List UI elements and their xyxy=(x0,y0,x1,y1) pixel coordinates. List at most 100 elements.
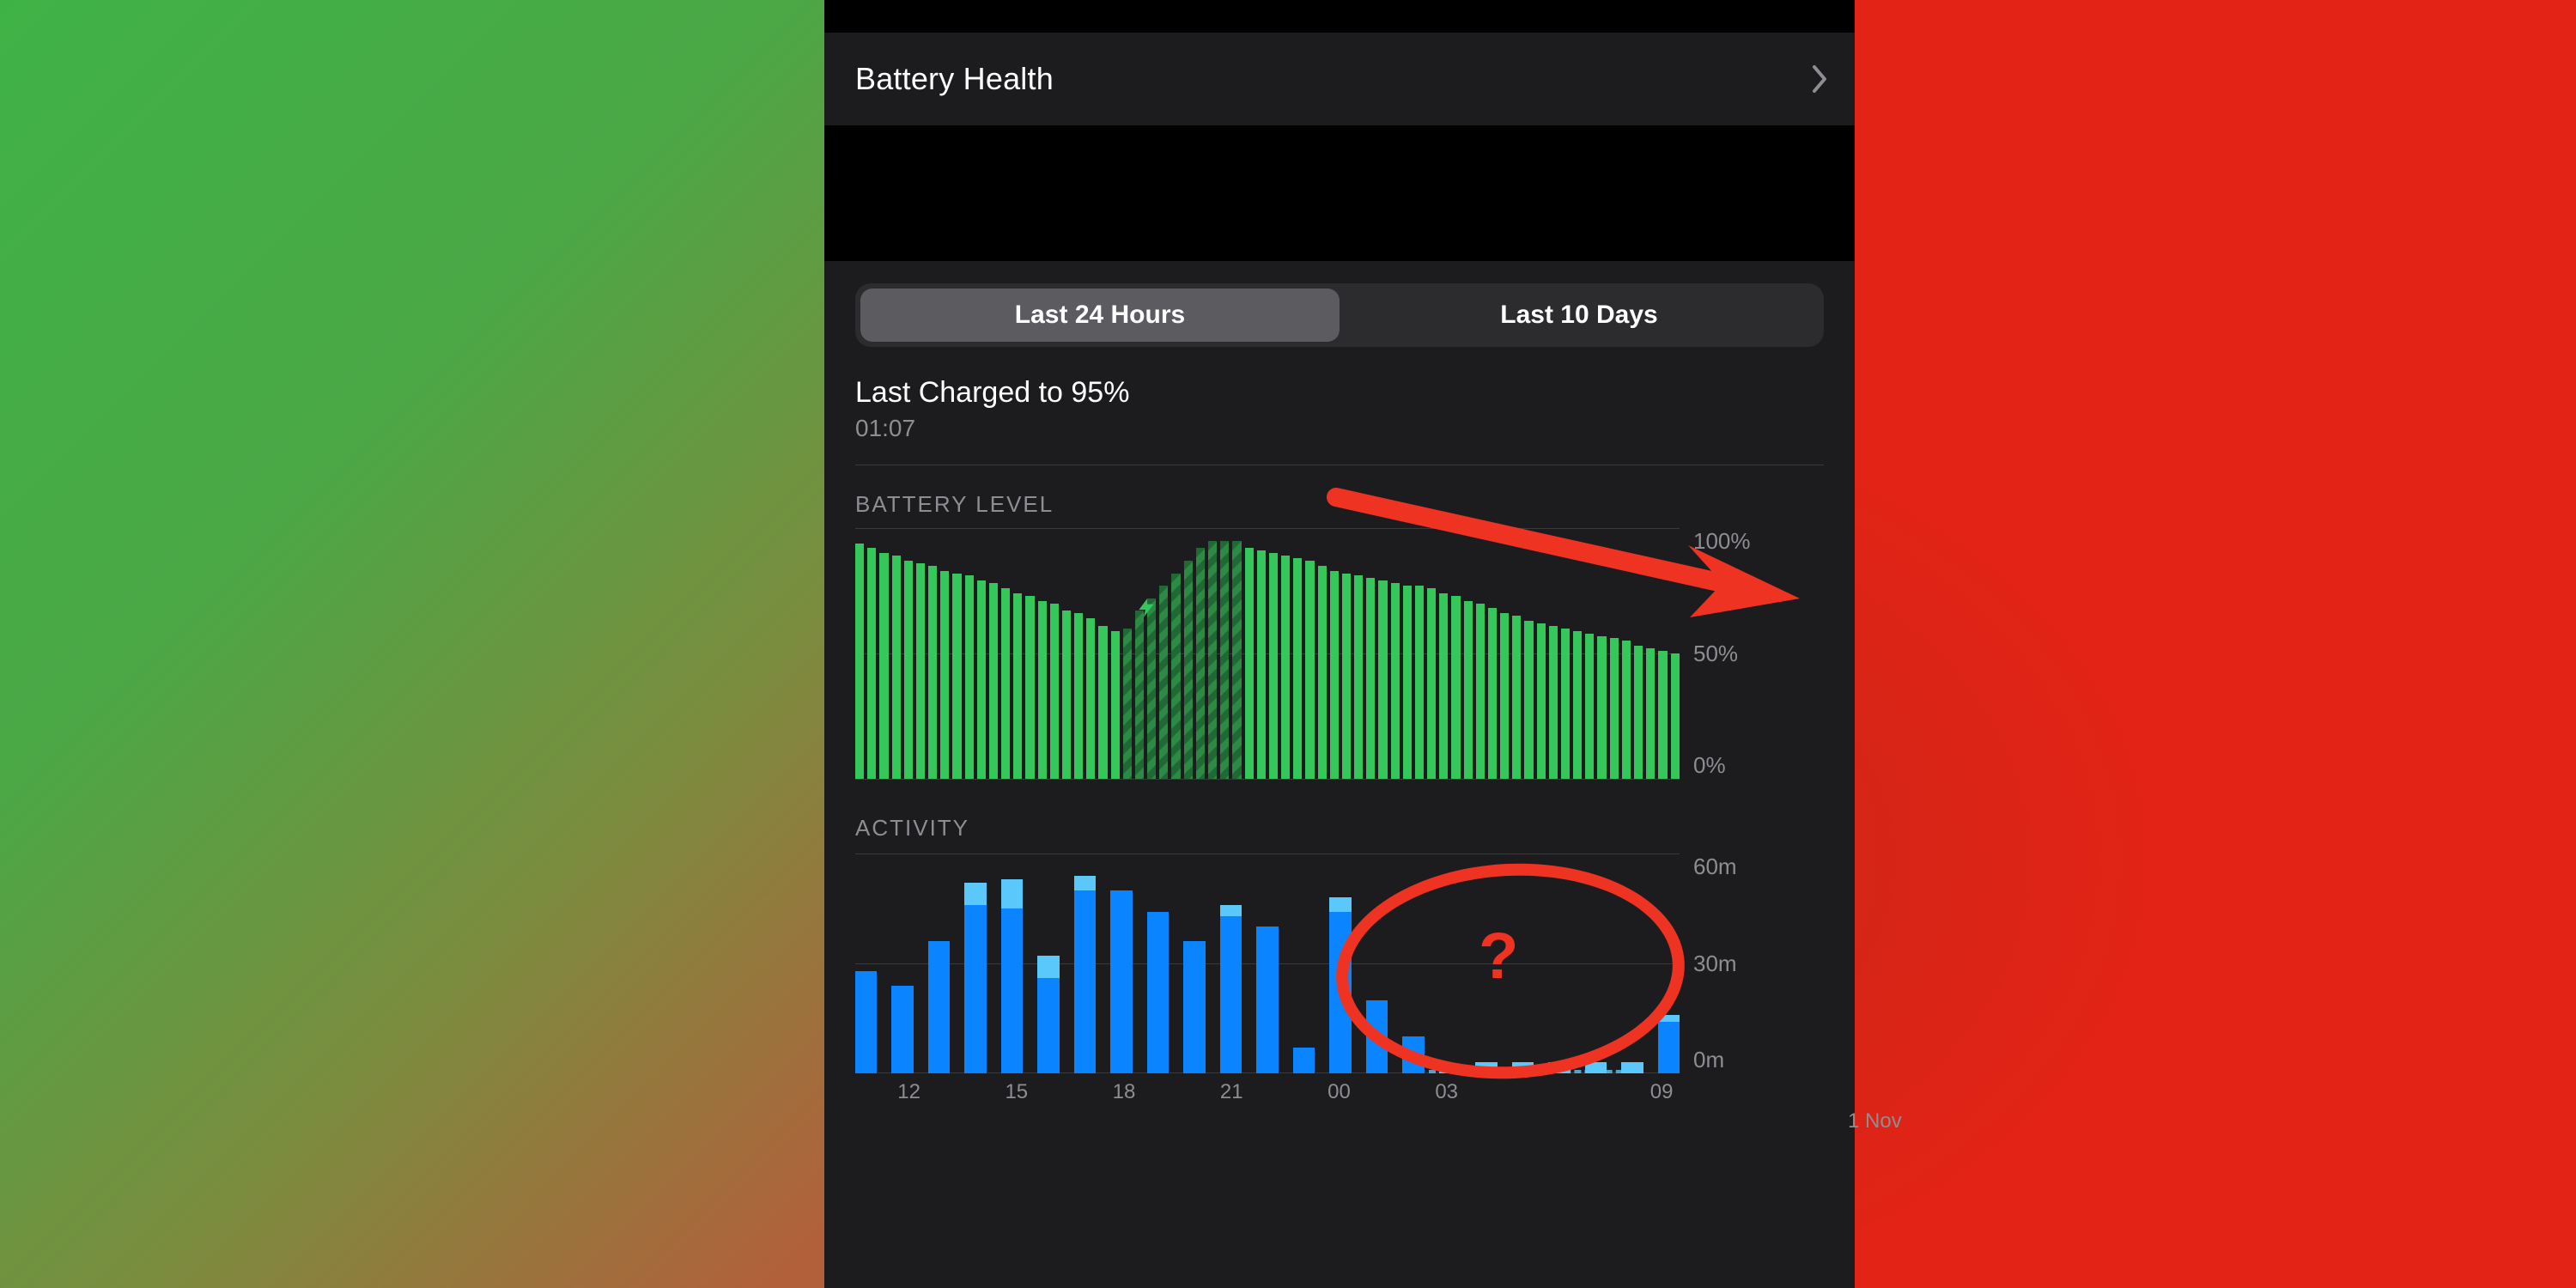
x-tick-label: 00 xyxy=(1327,1080,1351,1104)
battery-bar xyxy=(1476,604,1485,779)
battery-bar xyxy=(1561,629,1570,779)
battery-bar xyxy=(1013,593,1022,779)
battery-bar xyxy=(904,561,913,779)
battery-bar xyxy=(1123,629,1132,779)
last-charged-title: Last Charged to 95% xyxy=(855,376,1824,410)
activity-bar xyxy=(1183,941,1205,1073)
battery-bar xyxy=(916,563,925,779)
battery-bar xyxy=(1171,574,1180,779)
battery-bar xyxy=(940,571,949,779)
battery-bar xyxy=(1159,586,1168,779)
y-tick-label: 50% xyxy=(1693,641,1738,667)
battery-health-row[interactable]: Battery Health xyxy=(824,33,1855,125)
battery-bar xyxy=(977,580,986,779)
activity-bar xyxy=(1001,879,1023,1073)
battery-bar xyxy=(1025,596,1034,779)
battery-bar xyxy=(1269,553,1278,779)
battery-bar xyxy=(1111,631,1120,779)
battery-bar xyxy=(1646,648,1655,779)
battery-bar xyxy=(1451,596,1460,779)
battery-bar xyxy=(1184,561,1193,779)
activity-bar xyxy=(964,883,986,1073)
y-tick-label: 30m xyxy=(1693,951,1737,977)
battery-bar xyxy=(1038,601,1047,779)
battery-bar xyxy=(1281,556,1290,779)
battery-bar xyxy=(1524,621,1533,779)
x-tick-label: 18 xyxy=(1113,1080,1136,1104)
battery-bar xyxy=(1488,608,1497,779)
battery-bar xyxy=(965,575,974,779)
battery-bar xyxy=(1549,626,1558,779)
activity-section-label: ACTIVITY xyxy=(855,815,1824,841)
activity-bar xyxy=(1293,1048,1315,1073)
battery-bar xyxy=(1232,541,1241,779)
x-tick-label: 15 xyxy=(1005,1080,1028,1104)
battery-bar xyxy=(1671,653,1680,779)
battery-bar xyxy=(1135,611,1144,779)
battery-bar xyxy=(1318,566,1327,779)
battery-settings-screen: Battery Health Last 24 Hours Last 10 Day… xyxy=(824,0,1855,1288)
battery-bar xyxy=(855,544,864,779)
battery-bar xyxy=(1074,613,1083,779)
battery-bar xyxy=(1500,613,1509,779)
battery-bar xyxy=(1415,586,1424,779)
battery-level-section-label: BATTERY LEVEL xyxy=(855,491,1824,518)
x-tick-label: 09 xyxy=(1650,1080,1674,1104)
charging-bolt-icon xyxy=(1135,597,1157,619)
y-tick-label: 100% xyxy=(1693,528,1751,555)
battery-bar xyxy=(892,556,901,779)
x-tick-label: 12 xyxy=(897,1080,920,1104)
battery-bar xyxy=(1597,636,1606,779)
battery-bar xyxy=(1439,593,1448,779)
battery-usage-panel: Last 24 Hours Last 10 Days Last Charged … xyxy=(824,261,1855,1288)
battery-bar xyxy=(1537,623,1546,779)
battery-bar xyxy=(1378,580,1387,779)
battery-bar xyxy=(989,583,998,779)
activity-chart: 12151821000309 60m 30m 0m ? xyxy=(855,854,1824,1104)
battery-bar xyxy=(952,574,961,779)
y-tick-label: 0% xyxy=(1693,752,1726,779)
battery-bar xyxy=(1305,561,1314,779)
battery-bar xyxy=(1330,571,1339,779)
activity-bar xyxy=(1366,1000,1388,1073)
battery-bar xyxy=(1196,548,1205,779)
battery-bar xyxy=(1427,588,1436,779)
activity-bar xyxy=(1037,956,1059,1073)
activity-bar xyxy=(1402,1036,1424,1073)
battery-bar xyxy=(879,553,888,779)
battery-health-label: Battery Health xyxy=(855,61,1054,97)
tab-last-24-hours[interactable]: Last 24 Hours xyxy=(860,289,1340,342)
battery-bar xyxy=(1147,598,1156,779)
battery-bar xyxy=(1257,550,1266,779)
battery-bar xyxy=(867,548,876,779)
battery-level-chart: 100% 50% 0% xyxy=(855,528,1824,779)
activity-bar xyxy=(1256,927,1278,1073)
activity-bar xyxy=(1329,897,1351,1073)
y-tick-label: 60m xyxy=(1693,854,1737,880)
battery-bar xyxy=(1062,611,1071,779)
battery-bar xyxy=(1464,601,1473,779)
battery-bar xyxy=(1573,631,1582,779)
x-axis-date-label: 1 Nov xyxy=(1848,1109,2336,1133)
battery-bar xyxy=(1391,583,1400,779)
battery-bar xyxy=(1658,651,1667,779)
activity-bar xyxy=(1220,905,1242,1073)
battery-bar xyxy=(1342,574,1351,779)
activity-bar xyxy=(928,941,950,1073)
battery-bar xyxy=(1512,616,1521,779)
y-tick-label: 0m xyxy=(1693,1047,1724,1073)
activity-bar xyxy=(1658,1015,1680,1073)
time-range-segmented-control[interactable]: Last 24 Hours Last 10 Days xyxy=(855,283,1824,347)
battery-bar xyxy=(1403,586,1412,779)
battery-bar xyxy=(1050,604,1059,779)
x-tick-label: 03 xyxy=(1435,1080,1458,1104)
tab-last-10-days[interactable]: Last 10 Days xyxy=(1340,289,1819,342)
battery-bar xyxy=(1001,588,1010,779)
x-tick-label: 21 xyxy=(1220,1080,1243,1104)
battery-bar xyxy=(1354,575,1363,779)
battery-bar xyxy=(1245,548,1254,779)
battery-bar xyxy=(1610,638,1619,779)
activity-bar xyxy=(855,971,877,1073)
battery-bar xyxy=(1366,578,1375,779)
chevron-right-icon xyxy=(1812,64,1829,94)
